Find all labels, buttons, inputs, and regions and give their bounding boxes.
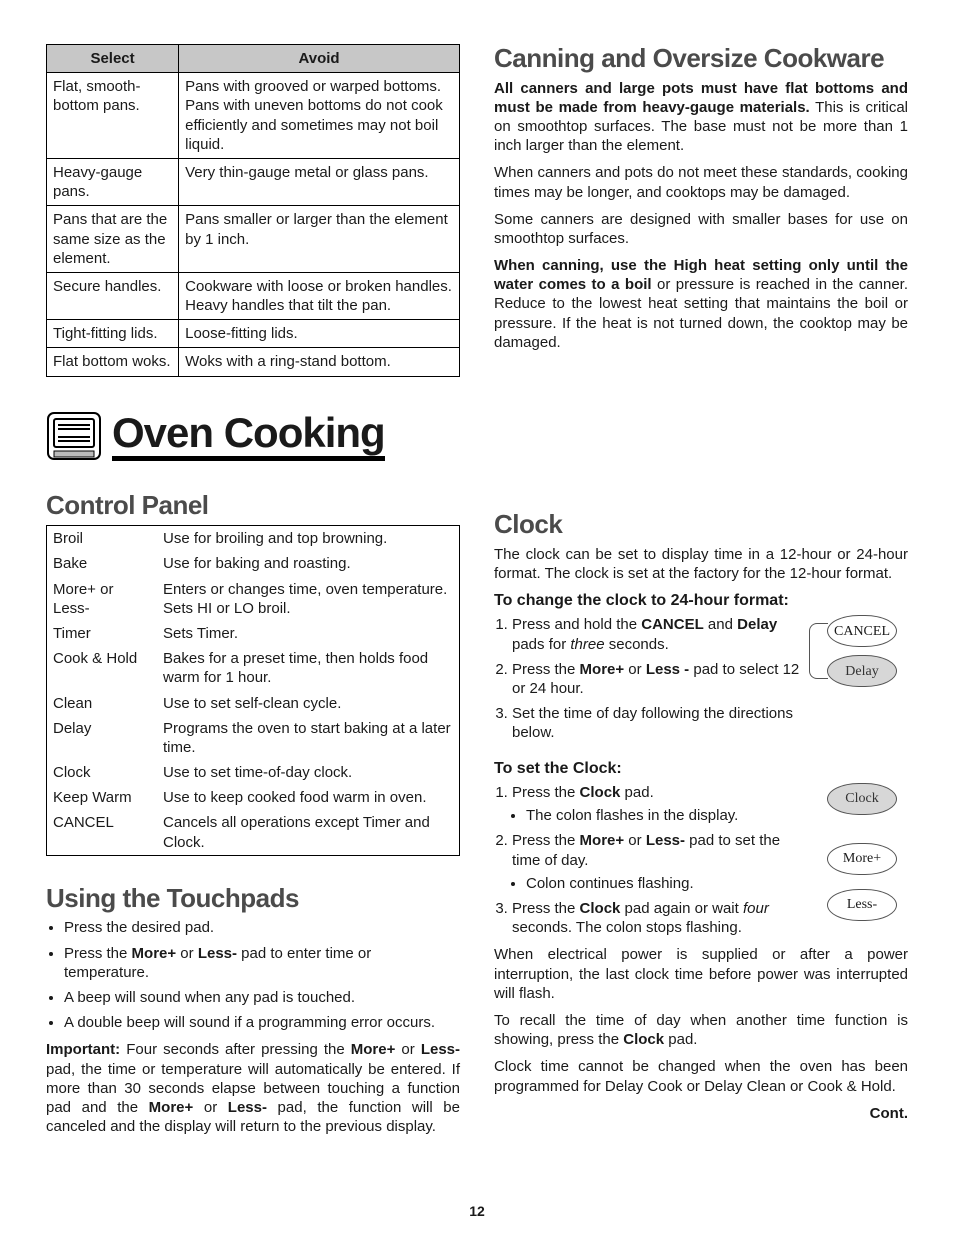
table-row: Heavy-gauge pans.Very thin-gauge metal o… xyxy=(47,158,460,205)
table-row: TimerSets Timer. xyxy=(47,621,460,646)
clock-pad-icon: Clock xyxy=(827,783,897,815)
cookware-header-avoid: Avoid xyxy=(179,45,460,73)
clock-heading: Clock xyxy=(494,510,908,539)
control-panel-table: BroilUse for broiling and top browning.B… xyxy=(46,525,460,856)
table-row: ClockUse to set time-of-day clock. xyxy=(47,760,460,785)
oven-icon xyxy=(46,411,102,463)
table-row: Cook & HoldBakes for a preset time, then… xyxy=(47,646,460,690)
table-row: BroilUse for broiling and top browning. xyxy=(47,526,460,552)
touchpads-heading: Using the Touchpads xyxy=(46,884,460,913)
table-row: Flat, smooth-bottom pans.Pans with groov… xyxy=(47,73,460,159)
right-column: Canning and Oversize Cookware All canner… xyxy=(494,44,908,1144)
table-row: CANCELCancels all operations except Time… xyxy=(47,810,460,855)
touchpads-important: Important: Four seconds after pressing t… xyxy=(46,1040,460,1136)
control-panel-heading: Control Panel xyxy=(46,491,460,520)
table-row: Keep WarmUse to keep cooked food warm in… xyxy=(47,785,460,810)
list-item: Press and hold the CANCEL and Delay pads… xyxy=(512,615,810,653)
oven-cooking-banner: Oven Cooking xyxy=(46,411,460,463)
table-row: DelayPrograms the oven to start baking a… xyxy=(47,716,460,760)
clock-after-3: Clock time cannot be changed when the ov… xyxy=(494,1057,908,1095)
canning-p2: When canners and pots do not meet these … xyxy=(494,163,908,201)
cancel-pad-icon: CANCEL xyxy=(827,615,897,647)
canning-p3: Some canners are designed with smaller b… xyxy=(494,210,908,248)
cookware-header-select: Select xyxy=(47,45,179,73)
clock-sub1: To change the clock to 24-hour format: xyxy=(494,591,908,611)
list-item: A beep will sound when any pad is touche… xyxy=(64,988,460,1007)
clock-sub2: To set the Clock: xyxy=(494,759,908,779)
list-item: Set the time of day following the direct… xyxy=(512,704,810,742)
left-column: Select Avoid Flat, smooth-bottom pans.Pa… xyxy=(46,44,460,1144)
canning-heading: Canning and Oversize Cookware xyxy=(494,44,908,73)
table-row: BakeUse for baking and roasting. xyxy=(47,551,460,576)
table-row: More+ or Less-Enters or changes time, ov… xyxy=(47,577,460,621)
list-item: Press the More+ or Less - pad to select … xyxy=(512,660,810,698)
clock-steps-24h: Press and hold the CANCEL and Delay pads… xyxy=(512,615,810,742)
cookware-table: Select Avoid Flat, smooth-bottom pans.Pa… xyxy=(46,44,460,377)
table-row: Pans that are the same size as the eleme… xyxy=(47,206,460,273)
clock-after-2: To recall the time of day when another t… xyxy=(494,1011,908,1049)
clock-steps-set: Press the Clock pad.The colon flashes in… xyxy=(512,783,810,937)
list-item: Press the More+ or Less- pad to enter ti… xyxy=(64,944,460,982)
clock-after-1: When electrical power is supplied or aft… xyxy=(494,945,908,1003)
table-row: CleanUse to set self-clean cycle. xyxy=(47,691,460,716)
more-pad-icon: More+ xyxy=(827,843,897,875)
clock-intro: The clock can be set to display time in … xyxy=(494,545,908,583)
delay-pad-icon: Delay xyxy=(827,655,897,687)
list-item: Press the Clock pad again or wait four s… xyxy=(512,899,810,937)
oven-cooking-title: Oven Cooking xyxy=(112,412,385,461)
table-row: Secure handles.Cookware with loose or br… xyxy=(47,272,460,319)
table-row: Tight-fitting lids.Loose-fitting lids. xyxy=(47,320,460,348)
connector-line xyxy=(809,623,828,679)
canning-p4: When canning, use the High heat setting … xyxy=(494,256,908,352)
list-item: Press the desired pad. xyxy=(64,918,460,937)
touchpads-list: Press the desired pad. Press the More+ or… xyxy=(64,918,460,1032)
list-item: A double beep will sound if a programmin… xyxy=(64,1013,460,1032)
table-row: Flat bottom woks.Woks with a ring-stand … xyxy=(47,348,460,376)
canning-p1: All canners and large pots must have fla… xyxy=(494,79,908,156)
page-number: 12 xyxy=(0,1203,954,1221)
list-item: Press the More+ or Less- pad to set the … xyxy=(512,831,810,893)
cont-label: Cont. xyxy=(494,1104,908,1123)
less-pad-icon: Less- xyxy=(827,889,897,921)
list-item: Press the Clock pad.The colon flashes in… xyxy=(512,783,810,825)
